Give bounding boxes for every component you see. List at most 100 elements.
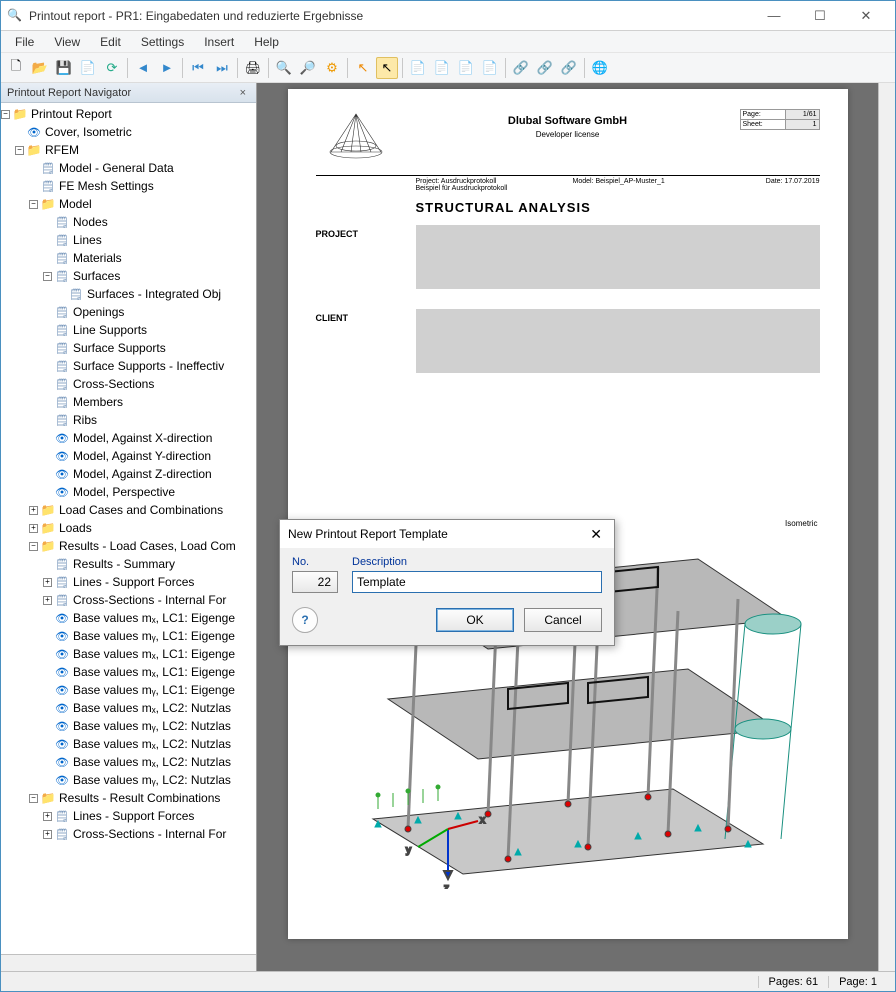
nav-hscroll[interactable]: [1, 954, 256, 971]
tree-item[interactable]: FE Mesh Settings: [59, 179, 154, 193]
tree-item[interactable]: Base values mᵧ, LC2: Nutzlas: [73, 773, 231, 787]
tree-item[interactable]: Base values mₓ, LC1: Eigenge: [73, 611, 235, 625]
maximize-button[interactable]: ☐: [797, 2, 843, 30]
tree-item[interactable]: Cross-Sections - Internal For: [73, 827, 226, 841]
cancel-button[interactable]: Cancel: [524, 608, 602, 632]
tree-item[interactable]: Base values mₓ, LC2: Nutzlas: [73, 737, 231, 751]
no-input[interactable]: [292, 571, 338, 593]
tree-item[interactable]: Model, Against Y-direction: [73, 449, 211, 463]
last-icon[interactable]: ⏭: [211, 57, 233, 79]
expand-icon[interactable]: +: [43, 578, 52, 587]
tree-item[interactable]: Model, Against X-direction: [73, 431, 212, 445]
tree-item[interactable]: Surface Supports: [73, 341, 166, 355]
dialog-close-icon[interactable]: ✕: [586, 526, 606, 543]
eye-icon: [54, 646, 70, 662]
new-icon[interactable]: 🗋: [5, 57, 27, 79]
expand-icon[interactable]: +: [43, 812, 52, 821]
tree-item[interactable]: Loads: [59, 521, 92, 535]
eye-icon: [54, 430, 70, 446]
tree-item[interactable]: Cross-Sections: [73, 377, 154, 391]
page1-icon[interactable]: 📄: [407, 57, 429, 79]
link2-icon[interactable]: 🔗: [534, 57, 556, 79]
expand-icon[interactable]: +: [29, 524, 38, 533]
page3-icon[interactable]: 📄: [455, 57, 477, 79]
expand-icon[interactable]: −: [29, 200, 38, 209]
tree-item[interactable]: Line Supports: [73, 323, 147, 337]
page4-icon[interactable]: 📄: [479, 57, 501, 79]
tree-item[interactable]: Model - General Data: [59, 161, 174, 175]
zoom-in-icon[interactable]: 🔍: [273, 57, 295, 79]
expand-icon[interactable]: +: [43, 830, 52, 839]
tree-root[interactable]: Printout Report: [31, 107, 112, 121]
export-icon[interactable]: 📄: [77, 57, 99, 79]
refresh-icon[interactable]: ⟳: [101, 57, 123, 79]
next-icon[interactable]: ►: [156, 57, 178, 79]
globe-icon[interactable]: 🌐: [589, 57, 611, 79]
tree-item[interactable]: Cross-Sections - Internal For: [73, 593, 226, 607]
preview-vscroll[interactable]: [878, 83, 895, 971]
navigator-tree[interactable]: −Printout Report Cover, Isometric −RFEM …: [1, 103, 256, 954]
link3-icon[interactable]: 🔗: [558, 57, 580, 79]
tree-item[interactable]: Lines - Support Forces: [73, 575, 194, 589]
first-icon[interactable]: ⏮: [187, 57, 209, 79]
tree-item[interactable]: Base values mᵧ, LC1: Eigenge: [73, 683, 235, 697]
expand-icon[interactable]: −: [29, 542, 38, 551]
tree-item[interactable]: RFEM: [45, 143, 79, 157]
svg-text:z: z: [444, 883, 449, 889]
tree-item[interactable]: Materials: [73, 251, 122, 265]
page2-icon[interactable]: 📄: [431, 57, 453, 79]
link1-icon[interactable]: 🔗: [510, 57, 532, 79]
save-icon[interactable]: 💾: [53, 57, 75, 79]
tree-item[interactable]: Surface Supports - Ineffectiv: [73, 359, 224, 373]
tree-item[interactable]: Results - Result Combinations: [59, 791, 220, 805]
open-icon[interactable]: 📂: [29, 57, 51, 79]
tree-item[interactable]: Cover, Isometric: [45, 125, 132, 139]
close-button[interactable]: ✕: [843, 2, 889, 30]
tree-item[interactable]: Base values mₓ, LC1: Eigenge: [73, 647, 235, 661]
tree-item[interactable]: Base values mᵧ, LC1: Eigenge: [73, 629, 235, 643]
tree-item[interactable]: Openings: [73, 305, 124, 319]
tree-item[interactable]: Results - Load Cases, Load Com: [59, 539, 236, 553]
tree-item[interactable]: Nodes: [73, 215, 108, 229]
expand-icon[interactable]: −: [15, 146, 24, 155]
tree-item[interactable]: Load Cases and Combinations: [59, 503, 223, 517]
tree-item[interactable]: Model, Against Z-direction: [73, 467, 212, 481]
tree-item[interactable]: Model: [59, 197, 92, 211]
cursor-icon[interactable]: ↖: [376, 57, 398, 79]
tree-item[interactable]: Results - Summary: [73, 557, 175, 571]
minimize-button[interactable]: —: [751, 2, 797, 30]
select-icon[interactable]: ↖: [352, 57, 374, 79]
menu-edit[interactable]: Edit: [92, 33, 129, 51]
expand-icon[interactable]: −: [43, 272, 52, 281]
zoom-out-icon[interactable]: 🔎: [297, 57, 319, 79]
menu-insert[interactable]: Insert: [196, 33, 242, 51]
expand-icon[interactable]: +: [43, 596, 52, 605]
menu-file[interactable]: File: [7, 33, 42, 51]
tree-item[interactable]: Model, Perspective: [73, 485, 175, 499]
tree-item[interactable]: Lines - Support Forces: [73, 809, 194, 823]
description-input[interactable]: [352, 571, 602, 593]
tree-item[interactable]: Members: [73, 395, 123, 409]
expand-icon[interactable]: −: [29, 794, 38, 803]
tree-item[interactable]: Surfaces - Integrated Obj: [87, 287, 221, 301]
tree-item[interactable]: Base values mₓ, LC2: Nutzlas: [73, 755, 231, 769]
help-icon[interactable]: ?: [292, 607, 318, 633]
eye-icon: [26, 124, 42, 140]
ok-button[interactable]: OK: [436, 608, 514, 632]
tree-item[interactable]: Surfaces: [73, 269, 120, 283]
tree-item[interactable]: Base values mᵧ, LC2: Nutzlas: [73, 719, 231, 733]
print-icon[interactable]: 🖨: [242, 57, 264, 79]
menu-help[interactable]: Help: [246, 33, 287, 51]
tree-item[interactable]: Ribs: [73, 413, 97, 427]
navigator-close-icon[interactable]: ×: [236, 87, 250, 99]
menu-view[interactable]: View: [46, 33, 88, 51]
expand-icon[interactable]: −: [1, 110, 10, 119]
prev-icon[interactable]: ◄: [132, 57, 154, 79]
tree-item[interactable]: Base values mₓ, LC2: Nutzlas: [73, 701, 231, 715]
menu-settings[interactable]: Settings: [133, 33, 192, 51]
tree-item[interactable]: Lines: [73, 233, 102, 247]
zoom-settings-icon[interactable]: ⚙: [321, 57, 343, 79]
expand-icon[interactable]: +: [29, 506, 38, 515]
eye-icon: [54, 484, 70, 500]
tree-item[interactable]: Base values mₓ, LC1: Eigenge: [73, 665, 235, 679]
